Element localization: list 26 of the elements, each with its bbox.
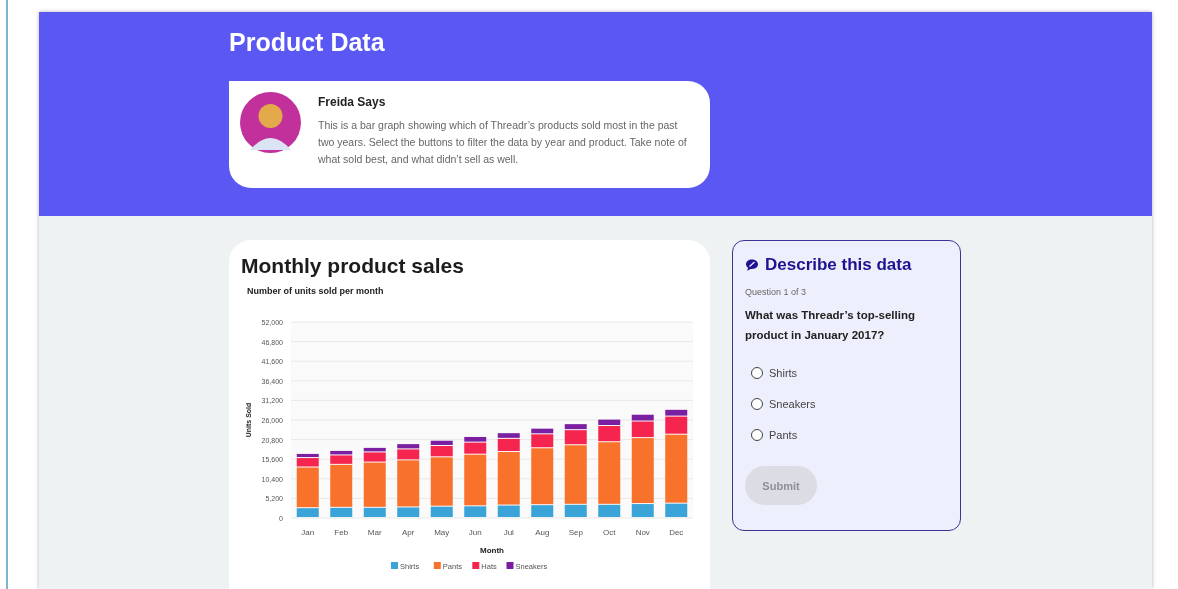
page-title: Product Data xyxy=(229,27,386,58)
x-tick-label: Jan xyxy=(301,528,315,537)
x-tick-label: Oct xyxy=(603,528,616,537)
question-text: What was Threadr’s top-selling product in January 2017? xyxy=(745,308,916,343)
x-tick-label: Jul xyxy=(503,528,514,537)
guide-message: This is a bar graph showing which of Threadr’s products sold most in the past two years. Select the buttons to filter the data by year and product. Take note of what sold best, and what didn’t sell as well. xyxy=(318,118,688,167)
x-tick-label: Feb xyxy=(334,528,349,537)
guide-name: Freida Says xyxy=(318,95,387,109)
avatar-icon xyxy=(240,92,301,153)
question-number: Question 1 of 3 xyxy=(745,287,808,297)
x-tick-label: Sep xyxy=(568,528,583,537)
card-title: Monthly product sales xyxy=(241,254,465,278)
x-axis-title: Month xyxy=(480,546,504,555)
x-tick-label: May xyxy=(434,528,450,537)
chart-title: Number of units sold per month xyxy=(247,286,384,296)
x-tick-label: Jun xyxy=(468,528,482,537)
x-tick-label: Aug xyxy=(535,528,550,537)
x-tick-label: Dec xyxy=(669,528,684,537)
speech-bubble-icon xyxy=(745,258,759,272)
quiz-title: Describe this data xyxy=(765,255,912,275)
radio-option[interactable]: Pants xyxy=(751,419,798,450)
radio-option[interactable]: Sneakers xyxy=(751,388,816,419)
x-tick-label: Apr xyxy=(402,528,415,537)
x-tick-label: Nov xyxy=(635,528,650,537)
radio-option[interactable]: Shirts xyxy=(751,357,798,388)
x-tick-label: Mar xyxy=(367,528,382,537)
